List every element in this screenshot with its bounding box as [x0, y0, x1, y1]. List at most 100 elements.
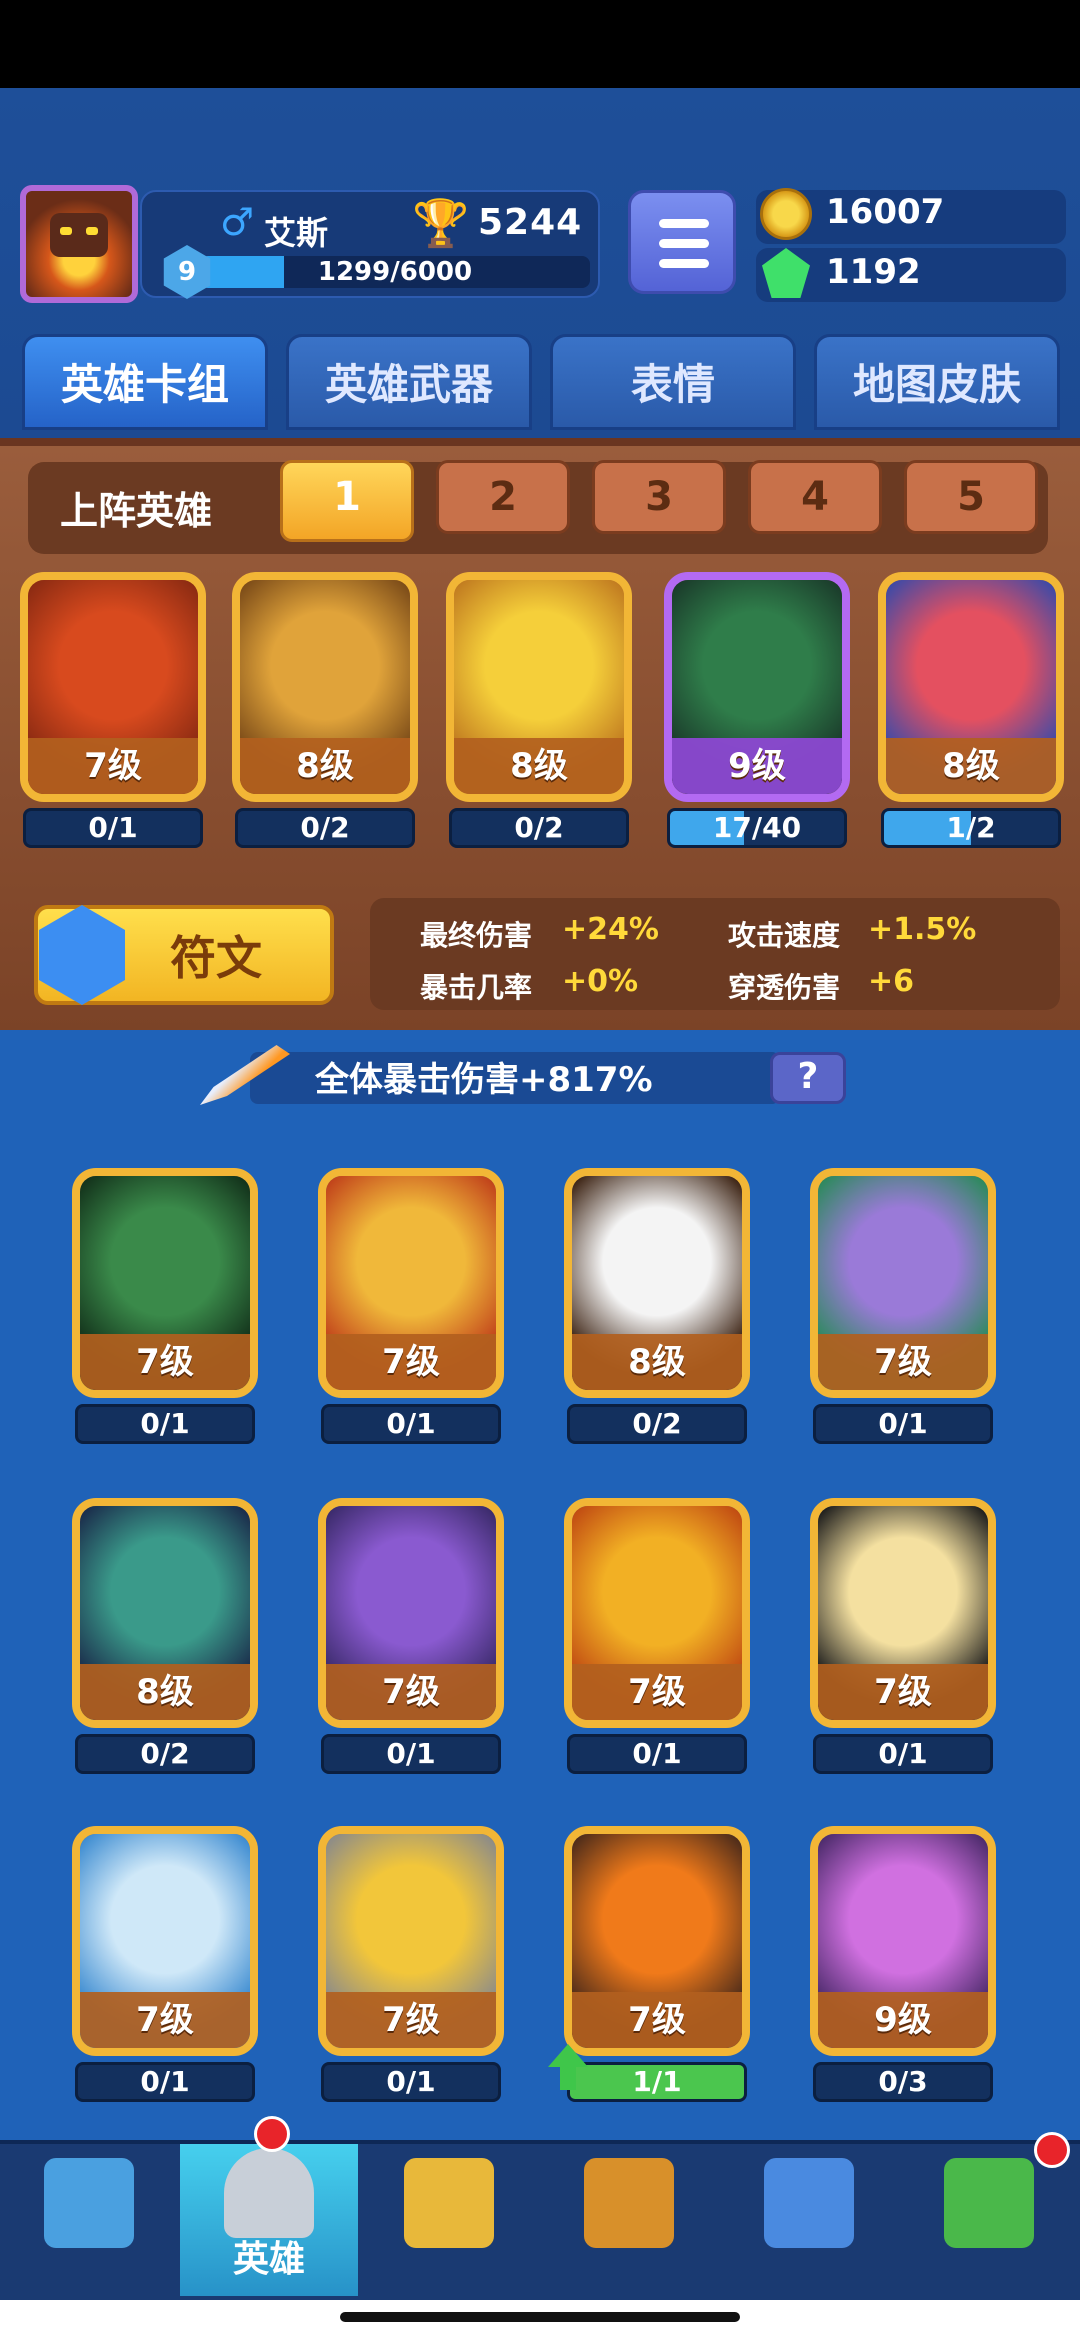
hero-card-progress-text: 0/1 [88, 811, 138, 844]
deck-hero-card[interactable]: 9级 [664, 572, 850, 802]
collection-hero-card[interactable]: 8级 [564, 1168, 750, 1398]
collection-hero-card[interactable]: 7级 [72, 1168, 258, 1398]
deck-hero-card[interactable]: 8级 [232, 572, 418, 802]
hero-card-progress: 0/1 [813, 1734, 993, 1774]
deck-hero-card[interactable]: 8级 [878, 572, 1064, 802]
avatar-eye-icon [86, 227, 98, 235]
notification-dot-icon [1034, 2132, 1070, 2168]
hero-level: 8级 [80, 1664, 250, 1720]
hero-card-progress-text: 17/40 [712, 811, 802, 844]
hero-card-progress-text: 0/2 [300, 811, 350, 844]
hero-card-progress-text: 0/1 [386, 2065, 436, 2098]
hero-card-progress-text: 0/1 [140, 2065, 190, 2098]
sprout-garden-icon [944, 2158, 1034, 2248]
hero-level: 8级 [886, 738, 1056, 794]
collection-hero-card[interactable]: 7级 [810, 1168, 996, 1398]
deck-hero-card[interactable]: 8级 [446, 572, 632, 802]
stat-final-damage-value: +24% [562, 912, 659, 947]
hero-card-progress-text: 0/3 [878, 2065, 928, 2098]
deck-slot-4[interactable]: 4 [748, 460, 882, 534]
collection-hero-card[interactable]: 7级 [318, 1168, 504, 1398]
stat-final-damage-label: 最终伤害 [420, 919, 533, 952]
hero-card-progress: 0/1 [567, 1734, 747, 1774]
nav-knight-helmet[interactable]: 英雄 [180, 2144, 358, 2296]
deck-slot-2[interactable]: 2 [436, 460, 570, 534]
hero-card-progress: 0/2 [449, 808, 629, 848]
hero-card-progress-text: 0/1 [632, 1737, 682, 1770]
stat-attack-speed-value: +1.5% [868, 912, 977, 947]
hero-card-progress: 0/3 [813, 2062, 993, 2102]
hero-card-progress: 0/1 [321, 1404, 501, 1444]
hero-card-progress-text: 0/1 [878, 1737, 928, 1770]
nav-treasure-chest[interactable] [0, 2144, 178, 2296]
hero-card-progress-text: 0/1 [386, 1737, 436, 1770]
collection-hero-card[interactable]: 8级 [72, 1498, 258, 1728]
hero-card-progress-text: 0/2 [514, 811, 564, 844]
nav-team-banner[interactable] [720, 2144, 898, 2296]
tab-hero-weapons[interactable]: 英雄武器 [286, 334, 532, 430]
nav-crown-shield[interactable] [540, 2144, 718, 2296]
collection-hero-card[interactable]: 9级 [810, 1826, 996, 2056]
knight-helmet-icon [224, 2148, 314, 2238]
hero-card-progress: 0/1 [321, 2062, 501, 2102]
hero-card-progress: 0/1 [75, 1404, 255, 1444]
hero-card-progress: 1/1 [567, 2062, 747, 2102]
crossed-swords-icon [404, 2158, 494, 2248]
hero-level: 8级 [572, 1334, 742, 1390]
hero-level: 7级 [326, 1334, 496, 1390]
hero-card-progress: 0/1 [813, 1404, 993, 1444]
hero-level: 7级 [818, 1664, 988, 1720]
hero-card-progress-text: 1/1 [632, 2065, 682, 2098]
hero-card-progress-text: 0/1 [140, 1407, 190, 1440]
menu-button[interactable] [628, 190, 736, 294]
hero-card-progress-text: 0/2 [140, 1737, 190, 1770]
collection-hero-card[interactable]: 7级 [318, 1826, 504, 2056]
stat-attack-speed-label: 攻击速度 [728, 919, 841, 952]
collection-hero-card[interactable]: 7级 [810, 1498, 996, 1728]
deck-slot-5[interactable]: 5 [904, 460, 1038, 534]
total-crit-text: 全体暴击伤害+817% [315, 1060, 653, 1100]
collection-hero-card[interactable]: 7级 [72, 1826, 258, 2056]
deck-label: 上阵英雄 [60, 489, 213, 533]
deck-hero-card[interactable]: 7级 [20, 572, 206, 802]
hero-level: 7级 [572, 1664, 742, 1720]
deck-slot-1[interactable]: 1 [280, 460, 414, 542]
nav-label: 英雄 [232, 2239, 305, 2280]
trophy-icon: 🏆 [412, 196, 470, 250]
rune-label: 符文 [170, 931, 262, 985]
hero-card-progress: 0/2 [75, 1734, 255, 1774]
hero-card-progress: 17/40 [667, 808, 847, 848]
coin-count: 16007 [826, 192, 945, 232]
hero-level: 7级 [326, 1664, 496, 1720]
hero-level: 9级 [672, 738, 842, 794]
player-avatar[interactable] [20, 185, 138, 303]
hero-card-progress-text: 0/1 [878, 1407, 928, 1440]
coin-icon [760, 188, 812, 240]
gender-icon: ♂ [220, 200, 255, 244]
collection-hero-card[interactable]: 7级 [564, 1826, 750, 2056]
tab-map-skins[interactable]: 地图皮肤 [814, 334, 1060, 430]
gem-count: 1192 [826, 252, 921, 292]
hero-level: 7级 [80, 1334, 250, 1390]
collection-hero-card[interactable]: 7级 [564, 1498, 750, 1728]
trophy-count: 5244 [478, 202, 583, 243]
avatar-eye-icon [60, 227, 72, 235]
stat-pierce-damage-label: 穿透伤害 [728, 971, 841, 1004]
hero-level: 7级 [326, 1992, 496, 2048]
menu-line-icon [659, 259, 709, 268]
help-button[interactable]: ? [770, 1052, 846, 1104]
hero-card-progress: 0/1 [75, 2062, 255, 2102]
team-banner-icon [764, 2158, 854, 2248]
player-name: 艾斯 [264, 214, 329, 252]
nav-crossed-swords[interactable] [360, 2144, 538, 2296]
hero-card-progress-text: 1/2 [946, 811, 996, 844]
tab-hero-deck[interactable]: 英雄卡组 [22, 334, 268, 430]
deck-slot-3[interactable]: 3 [592, 460, 726, 534]
collection-hero-card[interactable]: 7级 [318, 1498, 504, 1728]
status-bar [0, 0, 1080, 88]
tab-emotes[interactable]: 表情 [550, 334, 796, 430]
stat-crit-chance-label: 暴击几率 [420, 971, 533, 1004]
home-indicator[interactable] [340, 2312, 740, 2322]
stat-crit-chance-value: +0% [562, 964, 639, 999]
hero-level: 9级 [818, 1992, 988, 2048]
